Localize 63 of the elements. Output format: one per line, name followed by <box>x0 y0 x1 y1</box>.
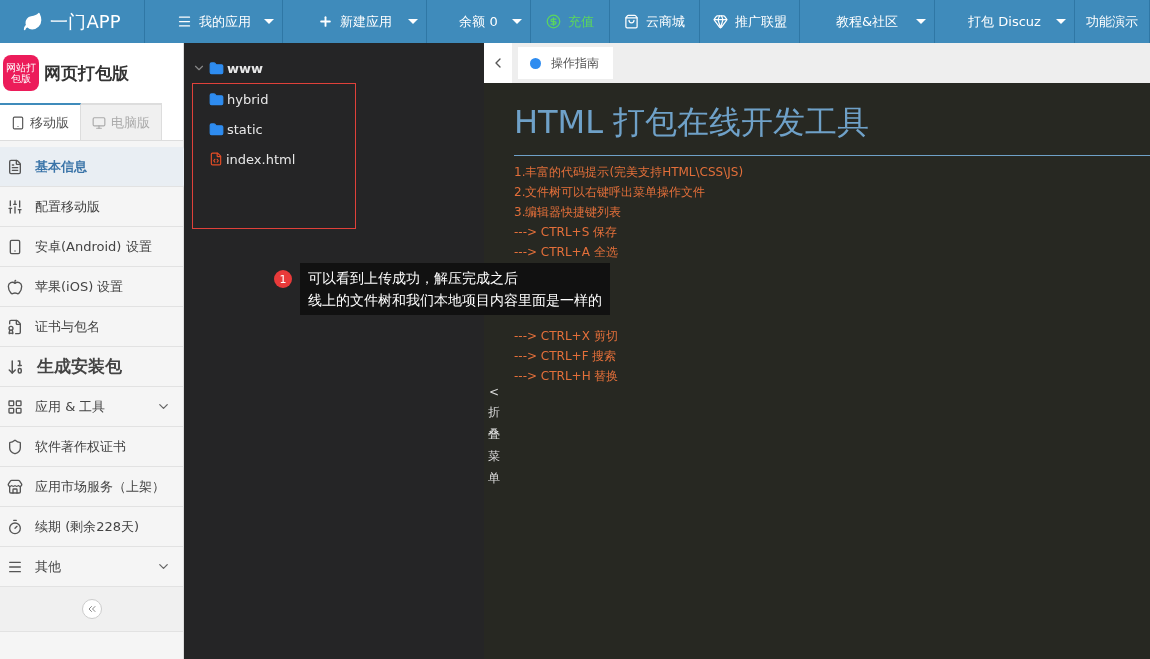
bag-icon <box>624 14 639 29</box>
coin-icon <box>546 14 561 29</box>
nav-link[interactable]: 推广联盟 <box>734 12 787 31</box>
nav-link[interactable]: 功能演示 <box>1086 12 1138 31</box>
sliders-icon <box>7 198 23 215</box>
phone-icon <box>7 238 23 255</box>
version-tab[interactable]: 移动版 <box>0 103 81 140</box>
fold-menu-label[interactable]: 单 <box>488 470 500 487</box>
tree-item[interactable]: index.html <box>226 151 296 167</box>
fold-menu-label[interactable]: 叠 <box>488 426 500 443</box>
monitor-icon <box>92 115 106 130</box>
back-button[interactable] <box>484 43 512 83</box>
grid-icon <box>7 398 23 415</box>
apple-icon <box>7 278 23 295</box>
html-file-icon <box>209 152 223 166</box>
caret-icon[interactable] <box>264 19 274 24</box>
guide-line: ---> CTRL+F 搜索 <box>514 348 618 365</box>
guide-line: ---> CTRL+H 替换 <box>514 368 620 385</box>
download-icon <box>7 357 25 376</box>
folder-icon <box>209 60 224 76</box>
certificate-icon <box>7 318 23 335</box>
tree-item[interactable]: static <box>227 121 263 137</box>
editor-tab[interactable]: 操作指南 <box>518 47 613 79</box>
tree-item[interactable]: www <box>227 60 264 76</box>
guide-line: 3.编辑器快捷键列表 <box>514 204 623 221</box>
nav-link[interactable]: 新建应用 <box>339 12 392 31</box>
nav-link[interactable]: 云商城 <box>646 12 685 31</box>
nav-link[interactable]: 教程&社区 <box>835 12 899 31</box>
store-icon <box>7 478 23 495</box>
caret-icon[interactable] <box>1056 19 1066 24</box>
caret-icon[interactable] <box>512 19 522 24</box>
caret-icon[interactable] <box>916 19 926 24</box>
timer-icon <box>7 518 23 535</box>
folder-icon <box>209 121 224 137</box>
leaf-icon <box>23 11 44 32</box>
step-badge: 1 <box>274 270 292 288</box>
fold-arrow[interactable]: < <box>488 385 500 399</box>
shield-icon <box>7 438 23 455</box>
app-name: 网页打包版 <box>44 61 129 85</box>
plus-icon <box>317 14 333 29</box>
nav-link[interactable]: 打包 Discuz <box>968 12 1041 31</box>
app-logo: 网站打包版 <box>3 55 39 91</box>
caret-icon[interactable] <box>408 19 418 24</box>
guide-line: ---> CTRL+A 全选 <box>514 244 619 261</box>
app-logo-text: 一门APP <box>50 9 121 34</box>
annotation-tooltip: 可以看到上传成功，解压完成之后 线上的文件树和我们本地项目内容里面是一样的 <box>300 263 610 315</box>
document-icon <box>7 158 23 175</box>
sidebar-item[interactable]: 基本信息 <box>0 147 183 187</box>
menu-icon <box>176 14 192 29</box>
diamond-icon <box>712 14 728 29</box>
fold-menu-label[interactable]: 菜 <box>488 448 500 465</box>
guide-line: ---> CTRL+S 保存 <box>514 224 619 241</box>
guide-line: 2.文件树可以右键呼出菜单操作文件 <box>514 184 707 201</box>
page-title: HTML 打包在线开发工具 <box>514 101 1150 156</box>
guide-line: ---> CTRL+X 剪切 <box>514 328 619 345</box>
tree-item[interactable]: hybrid <box>227 91 269 107</box>
status-dot <box>530 57 541 69</box>
nav-link[interactable]: 我的应用 <box>198 12 251 31</box>
tablet-icon <box>11 115 25 130</box>
guide-line: 1.丰富的代码提示(完美支持HTML\CSS\JS) <box>514 164 745 181</box>
fold-menu-label[interactable]: 折 <box>488 404 500 421</box>
folder-icon <box>209 91 224 107</box>
nav-link[interactable]: 余额 0 <box>459 12 498 31</box>
